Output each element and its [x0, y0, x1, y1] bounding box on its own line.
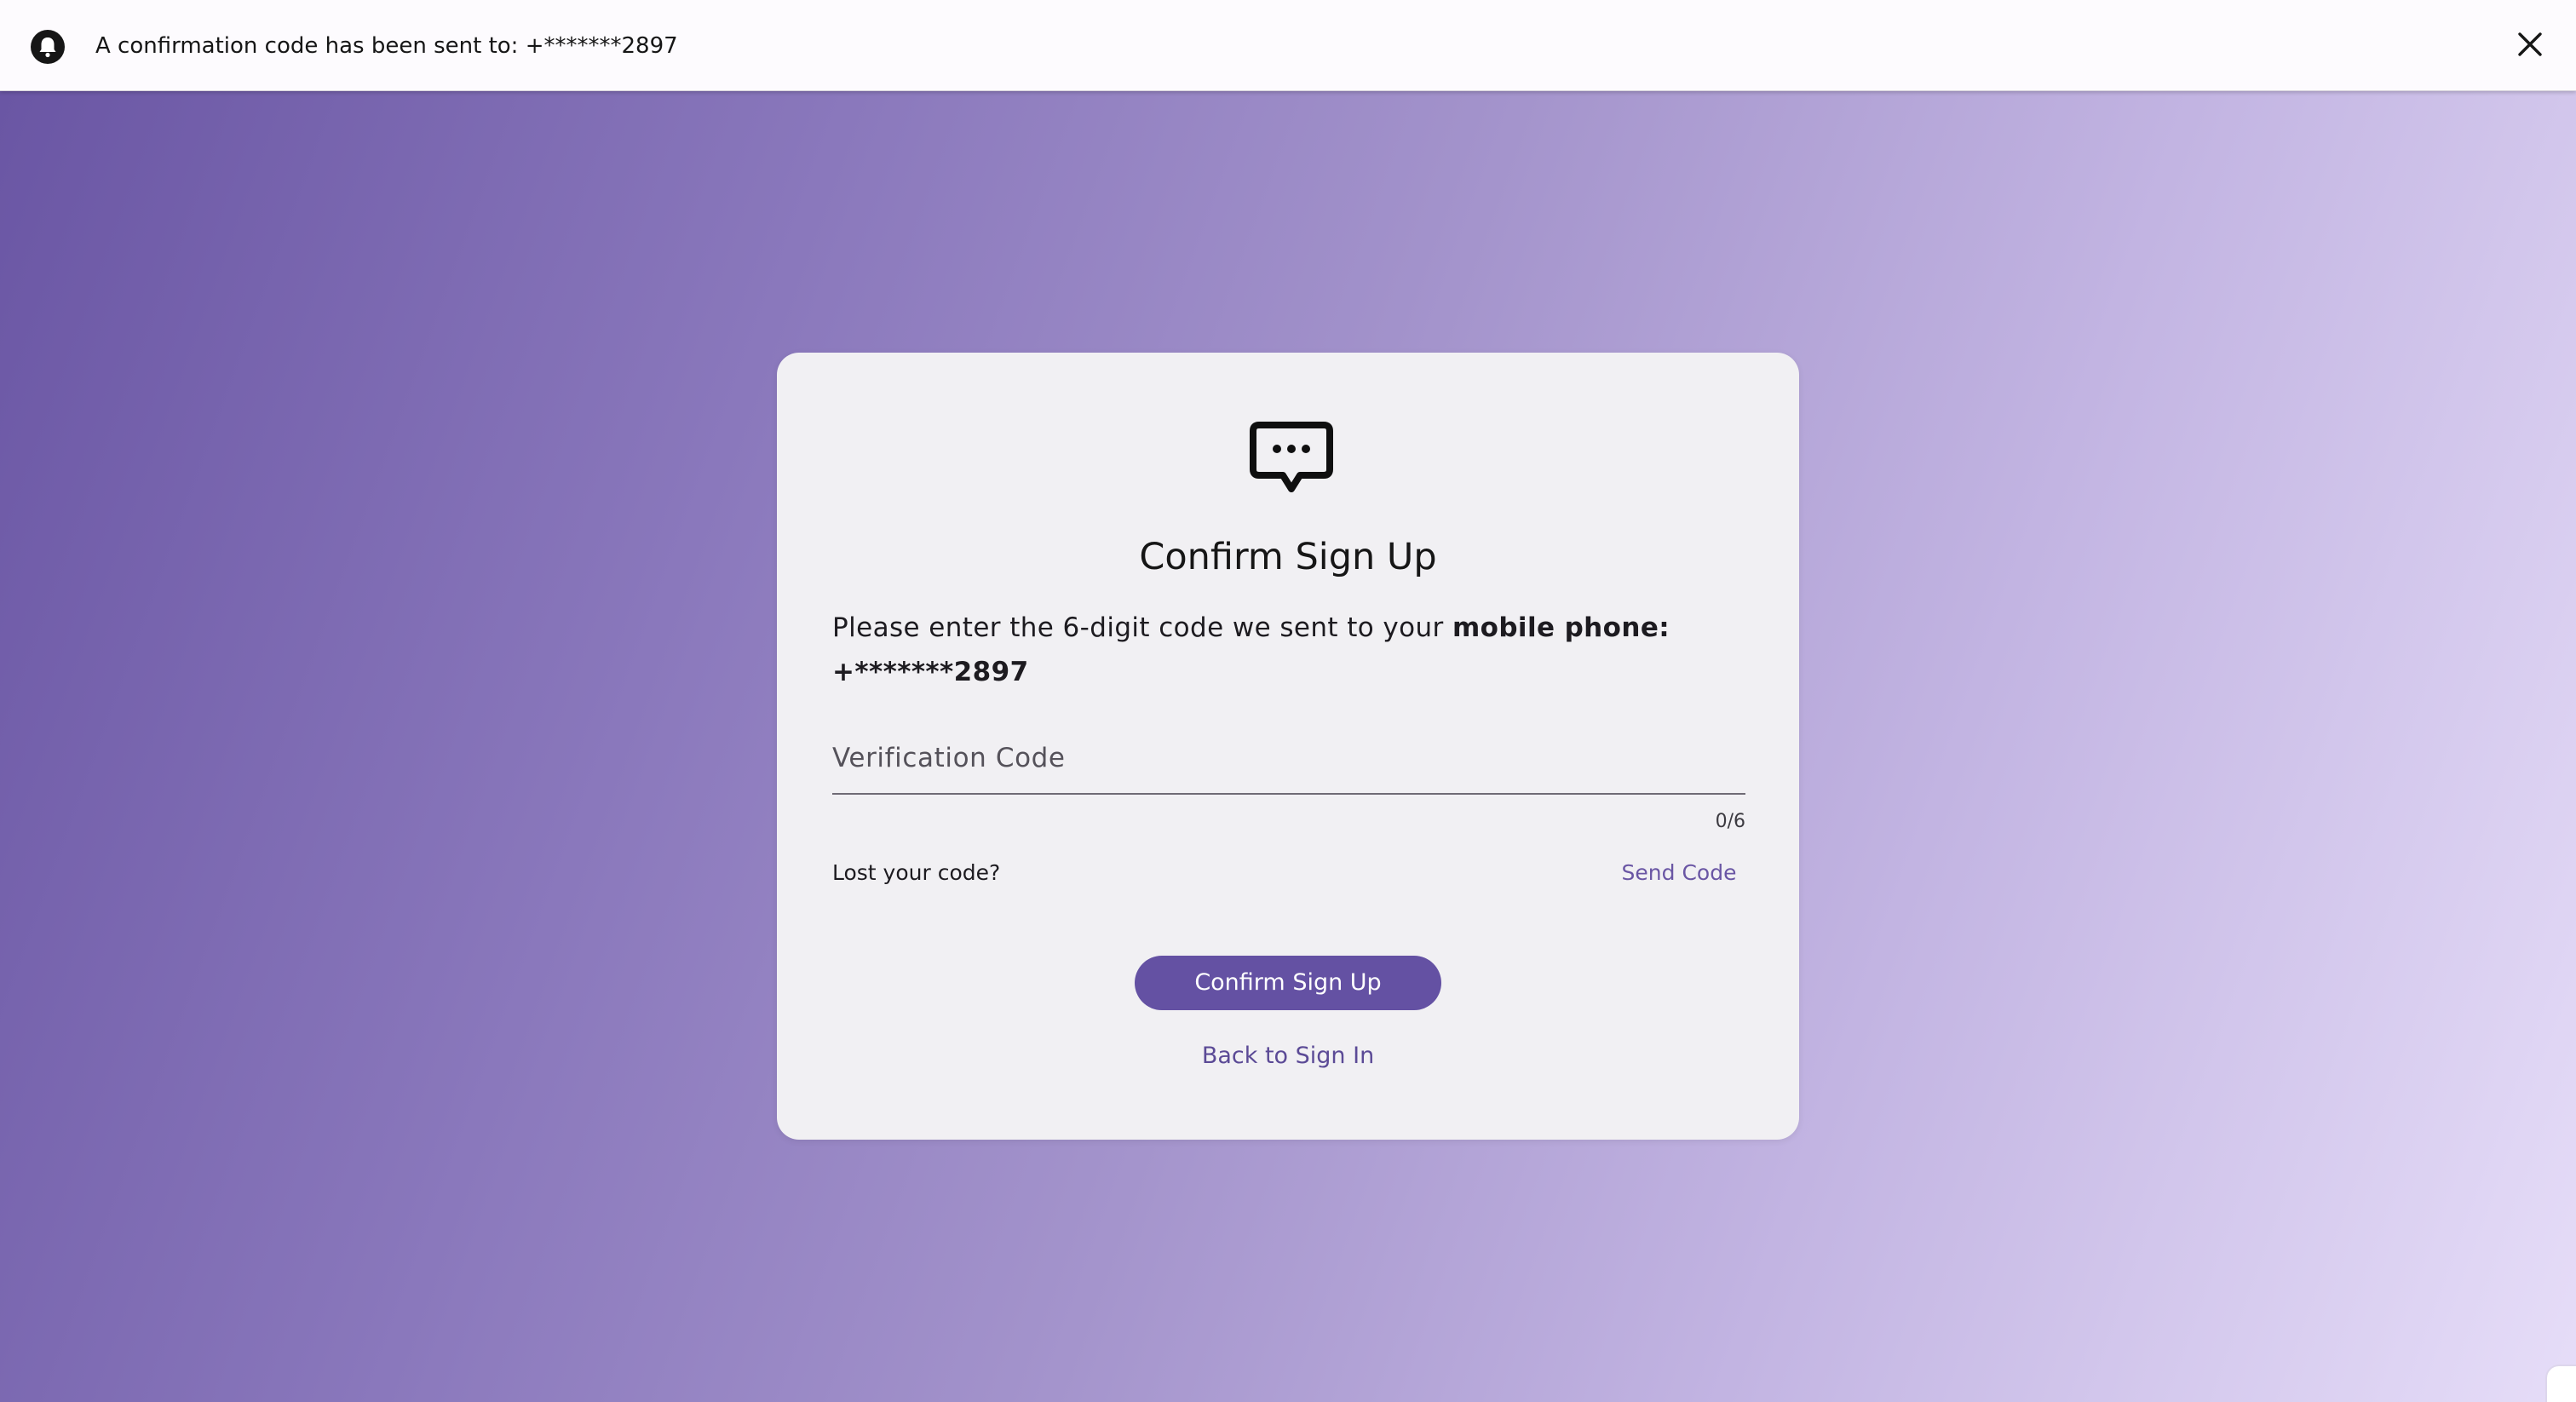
instructions-prefix: Please enter the 6-digit code we sent to… [832, 612, 1452, 643]
notification-message: A confirmation code has been sent to: +*… [95, 33, 678, 59]
chat-bubble-icon [1249, 421, 1334, 494]
lost-code-label: Lost your code? [832, 860, 1001, 885]
bell-icon [31, 30, 65, 64]
close-icon[interactable] [2513, 27, 2547, 61]
card-title: Confirm Sign Up [1139, 536, 1437, 578]
back-to-signin-link[interactable]: Back to Sign In [777, 1041, 1799, 1072]
send-code-button[interactable]: Send Code [1612, 859, 1746, 888]
confirm-signup-button[interactable]: Confirm Sign Up [1135, 956, 1441, 1010]
verification-code-field [832, 725, 1745, 795]
confirm-signup-card: Confirm Sign Up Please enter the 6-digit… [777, 353, 1799, 1140]
page: A confirmation code has been sent to: +*… [0, 0, 2576, 1402]
instructions-text: Please enter the 6-digit code we sent to… [832, 606, 1744, 694]
corner-widget[interactable] [2545, 1365, 2576, 1402]
notification-banner: A confirmation code has been sent to: +*… [0, 0, 2576, 91]
verification-code-input[interactable] [832, 725, 1745, 791]
character-counter: 0/6 [1715, 811, 1745, 832]
